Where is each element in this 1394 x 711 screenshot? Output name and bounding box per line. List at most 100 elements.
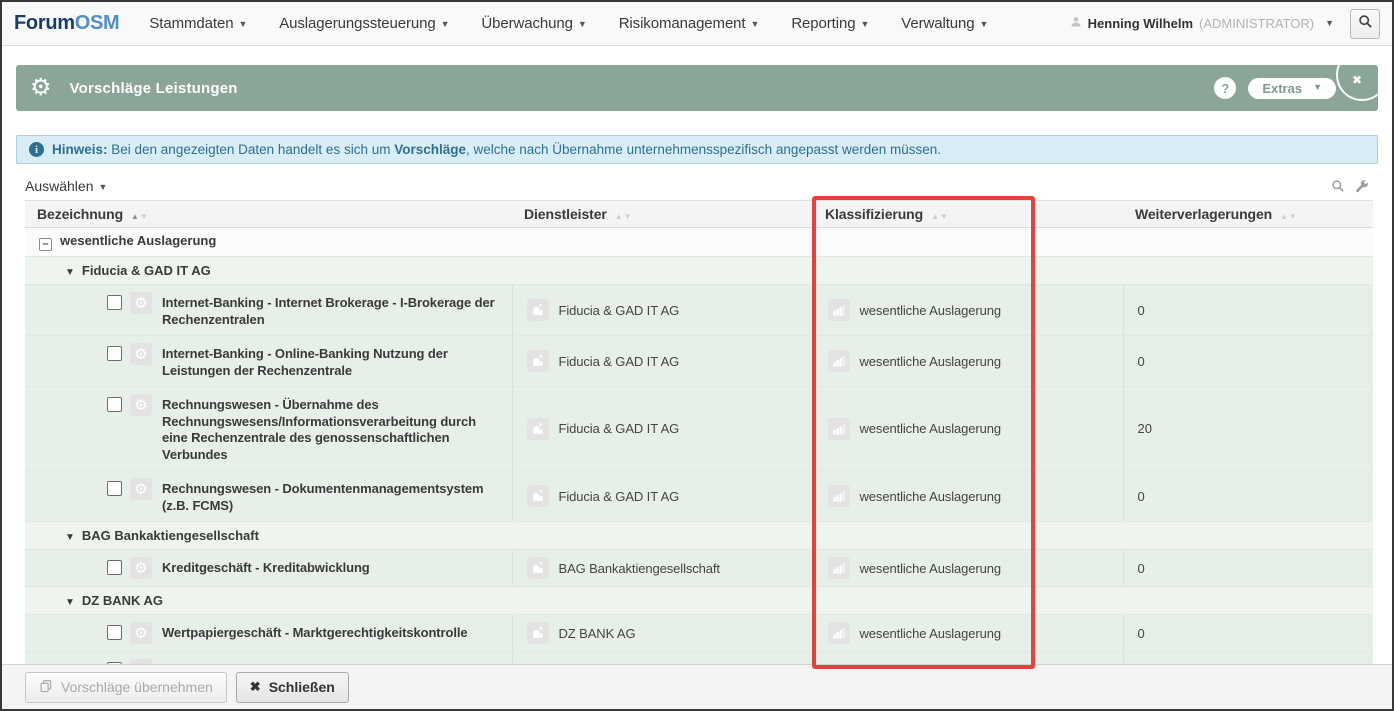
classification-value: wesentliche Auslagerung <box>860 421 1002 436</box>
nav-item-stammdaten[interactable]: Stammdaten▼ <box>149 15 247 32</box>
table-header-row: Bezeichnung▲▼Dienstleister▲▼Klassifizier… <box>25 201 1373 228</box>
bar-chart-icon <box>828 418 850 440</box>
table-settings-wrench-icon[interactable] <box>1355 179 1369 193</box>
gear-icon[interactable]: ⚙ <box>130 557 152 579</box>
bar-chart-icon <box>828 557 850 579</box>
classification-value: wesentliche Auslagerung <box>860 561 1002 576</box>
gear-icon[interactable]: ⚙ <box>130 622 152 644</box>
table-row[interactable]: ⚙Wertpapiergeschäft - Marktgerechtigkeit… <box>25 615 1373 652</box>
table-row[interactable]: ⚙Rechnungswesen - Übernahme des Rechnung… <box>25 387 1373 471</box>
chevron-down-icon: ▼ <box>1313 82 1322 92</box>
column-header-dienstleister[interactable]: Dienstleister▲▼ <box>512 201 813 228</box>
classification-value: wesentliche Auslagerung <box>860 354 1002 369</box>
building-icon <box>527 350 549 372</box>
collapse-caret-icon[interactable]: ▼ <box>65 267 75 278</box>
collapse-icon[interactable]: – <box>39 238 52 251</box>
copy-icon <box>39 679 53 696</box>
nav-item-reporting[interactable]: Reporting▼ <box>791 15 869 32</box>
gear-icon: ⚙ <box>30 76 52 100</box>
column-header-bezeichnung[interactable]: Bezeichnung▲▼ <box>25 201 512 228</box>
building-icon <box>527 622 549 644</box>
nav-item-risikomanagement[interactable]: Risikomanagement▼ <box>619 15 760 32</box>
row-checkbox[interactable] <box>107 481 122 496</box>
person-icon <box>1070 16 1082 31</box>
proposals-table: Bezeichnung▲▼Dienstleister▲▼Klassifizier… <box>25 200 1373 703</box>
table-row[interactable]: ⚙ Internet-Banking - Online-Banking Nutzu… <box>25 336 1373 387</box>
select-dropdown[interactable]: Auswählen ▼ <box>25 178 107 194</box>
bar-chart-icon <box>828 299 850 321</box>
close-icon: ✖ <box>1352 73 1362 87</box>
gear-icon[interactable]: ⚙ <box>130 343 152 365</box>
user-name: Henning Wilhelm <box>1088 16 1193 31</box>
footer-bar: Vorschläge übernehmen ✖ Schließen <box>2 664 1392 709</box>
panel-close-button[interactable]: ✖ <box>1336 49 1388 101</box>
extras-dropdown-button[interactable]: Extras ▼ <box>1248 78 1336 99</box>
row-checkbox[interactable] <box>107 346 122 361</box>
main-menu: Stammdaten▼ Auslagerungssteuerung▼ Überwac… <box>149 15 988 32</box>
chevron-down-icon: ▼ <box>238 19 247 29</box>
table-body: –wesentliche Auslagerung▼Fiducia & GAD I… <box>25 228 1373 703</box>
service-name: Internet-Banking - Online-Banking Nutzun… <box>162 343 502 379</box>
panel-header: ⚙ Vorschläge Leistungen ? Extras ▼ ✖ <box>16 65 1378 111</box>
group-row: –wesentliche Auslagerung <box>25 228 1373 257</box>
select-label: Auswählen <box>25 178 94 194</box>
page-title: Vorschläge Leistungen <box>70 80 238 97</box>
service-name: Internet-Banking - Internet Brokerage - … <box>162 292 502 328</box>
extras-label: Extras <box>1262 81 1302 96</box>
table-row[interactable]: ⚙ Internet-Banking - Internet Brokerage -… <box>25 285 1373 336</box>
table-row[interactable]: ⚙Rechnungswesen - Dokumentenmanagementsy… <box>25 471 1373 522</box>
accept-proposals-button[interactable]: Vorschläge übernehmen <box>25 672 227 703</box>
sort-icons: ▲▼ <box>615 212 633 221</box>
bar-chart-icon <box>828 350 850 372</box>
chevron-down-icon: ▼ <box>99 182 108 192</box>
row-checkbox[interactable] <box>107 560 122 575</box>
building-icon <box>527 418 549 440</box>
suboutsourcing-count: 0 <box>1134 354 1145 369</box>
gear-icon[interactable]: ⚙ <box>130 394 152 416</box>
chevron-down-icon: ▼ <box>1325 18 1334 28</box>
help-button[interactable]: ? <box>1214 77 1236 99</box>
row-checkbox[interactable] <box>107 397 122 412</box>
table-search-icon[interactable] <box>1331 179 1345 193</box>
row-checkbox[interactable] <box>107 625 122 640</box>
sort-icons: ▲▼ <box>1280 212 1298 221</box>
collapse-caret-icon[interactable]: ▼ <box>65 597 75 608</box>
collapse-caret-icon[interactable]: ▼ <box>65 532 75 543</box>
suboutsourcing-count: 0 <box>1134 626 1145 641</box>
app-logo[interactable]: ForumOSM <box>14 12 119 35</box>
sort-icons: ▲▼ <box>131 212 149 221</box>
accept-label: Vorschläge übernehmen <box>61 679 213 695</box>
hint-highlight: Vorschläge <box>394 142 466 157</box>
table-row[interactable]: ⚙Kreditgeschäft - KreditabwicklungBAG Ba… <box>25 550 1373 587</box>
app-window: ForumOSM Stammdaten▼ Auslagerungssteuerun… <box>0 0 1394 711</box>
building-icon <box>527 299 549 321</box>
nav-item-verwaltung[interactable]: Verwaltung▼ <box>901 15 988 32</box>
gear-icon[interactable]: ⚙ <box>130 292 152 314</box>
logo-secondary: OSM <box>75 12 120 34</box>
chevron-down-icon: ▼ <box>979 19 988 29</box>
x-icon: ✖ <box>250 679 261 695</box>
sort-icons: ▲▼ <box>931 212 949 221</box>
global-search-button[interactable] <box>1350 9 1380 39</box>
nav-item-berwachung[interactable]: Überwachung▼ <box>481 15 586 32</box>
hint-segment: , welche nach Übernahme unternehmensspez… <box>466 142 941 157</box>
suboutsourcing-count: 0 <box>1134 489 1145 504</box>
nav-item-auslagerungssteuerung[interactable]: Auslagerungssteuerung▼ <box>279 15 449 32</box>
subgroup-row: ▼BAG Bankaktiengesellschaft <box>25 522 1373 550</box>
bar-chart-icon <box>828 485 850 507</box>
provider-name: Fiducia & GAD IT AG <box>559 354 680 369</box>
suboutsourcing-count: 20 <box>1134 421 1152 436</box>
gear-icon[interactable]: ⚙ <box>130 478 152 500</box>
info-icon: i <box>29 142 44 157</box>
user-role: (ADMINISTRATOR) <box>1199 16 1314 31</box>
column-header-klassifizierung[interactable]: Klassifizierung▲▼ <box>813 201 1123 228</box>
hint-prefix: Hinweis: <box>52 142 108 157</box>
building-icon <box>527 485 549 507</box>
bar-chart-icon <box>828 622 850 644</box>
subgroup-row: ▼DZ BANK AG <box>25 587 1373 615</box>
row-checkbox[interactable] <box>107 295 122 310</box>
column-header-weiterverlagerungen[interactable]: Weiterverlagerungen▲▼ <box>1123 201 1373 228</box>
chevron-down-icon: ▼ <box>751 19 760 29</box>
user-menu[interactable]: Henning Wilhelm (ADMINISTRATOR) ▼ <box>1070 16 1334 31</box>
close-button[interactable]: ✖ Schließen <box>236 672 349 703</box>
